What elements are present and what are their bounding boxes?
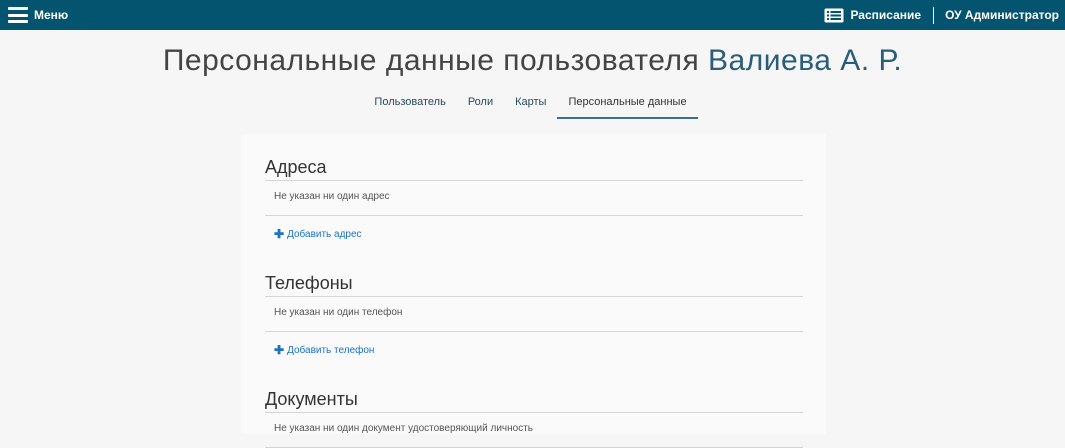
add-address-link[interactable]: ✚ Добавить адрес — [274, 227, 362, 241]
list-icon — [824, 8, 844, 23]
documents-empty-text: Не указан ни один документ удостоверяющи… — [265, 413, 803, 448]
tab-cards[interactable]: Карты — [504, 94, 557, 119]
tab-user[interactable]: Пользователь — [363, 94, 456, 119]
add-address-label: Добавить адрес — [287, 228, 362, 240]
addresses-title: Адреса — [265, 156, 803, 181]
page-title-prefix: Персональные данные пользователя — [162, 44, 700, 77]
right-nav: Расписание ОУ Администратор — [824, 6, 1059, 24]
menu-button[interactable]: Меню — [8, 7, 68, 23]
schedule-link[interactable]: Расписание — [824, 8, 921, 23]
page-title: Персональные данные пользователя Валиева… — [0, 44, 1065, 78]
phones-title: Телефоны — [265, 272, 803, 297]
admin-link[interactable]: ОУ Администратор — [945, 8, 1059, 22]
menu-label: Меню — [34, 8, 69, 22]
page-title-user: Валиева А. Р. — [708, 44, 903, 77]
top-navbar: Меню Расписание ОУ Администратор — [0, 0, 1065, 30]
tab-personal-data[interactable]: Персональные данные — [557, 94, 698, 119]
nav-divider — [933, 6, 935, 24]
schedule-label: Расписание — [850, 8, 922, 22]
addresses-section: Адреса Не указан ни один адрес ✚ Добавит… — [265, 156, 803, 243]
plus-icon: ✚ — [274, 227, 285, 241]
hamburger-icon — [8, 7, 28, 23]
phones-empty-text: Не указан ни один телефон — [265, 297, 803, 332]
phones-section: Телефоны Не указан ни один телефон ✚ Доб… — [265, 272, 803, 359]
tab-roles[interactable]: Роли — [457, 94, 504, 119]
addresses-empty-text: Не указан ни один адрес — [265, 181, 803, 216]
documents-section: Документы Не указан ни один документ удо… — [265, 388, 803, 448]
add-phone-label: Добавить телефон — [287, 344, 375, 356]
documents-title: Документы — [265, 388, 803, 413]
add-phone-link[interactable]: ✚ Добавить телефон — [274, 343, 374, 357]
tabs: Пользователь Роли Карты Персональные дан… — [0, 94, 1065, 119]
plus-icon: ✚ — [274, 343, 285, 357]
personal-data-card: Адреса Не указан ни один адрес ✚ Добавит… — [241, 134, 826, 448]
